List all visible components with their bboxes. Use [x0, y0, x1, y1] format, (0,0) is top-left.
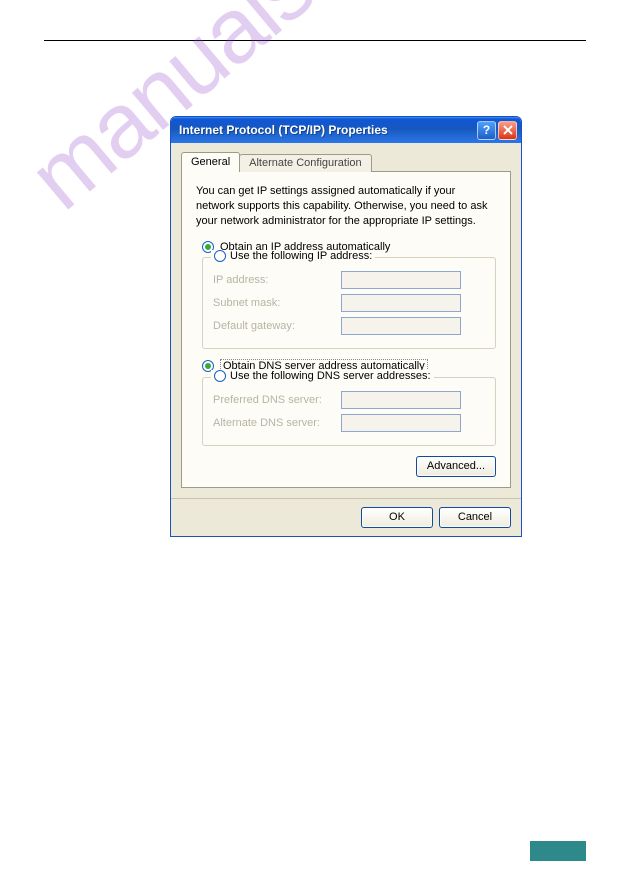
tab-panel-general: You can get IP settings assigned automat… [181, 171, 511, 488]
close-icon [503, 125, 513, 135]
input-default-gateway[interactable] [341, 317, 461, 335]
cancel-button[interactable]: Cancel [439, 507, 511, 528]
page-horizontal-rule [44, 40, 586, 41]
group-use-dns: Use the following DNS server addresses: … [202, 377, 496, 446]
input-ip-address[interactable] [341, 271, 461, 289]
dialog-button-bar: OK Cancel [171, 498, 521, 536]
close-button[interactable] [498, 121, 517, 140]
radio-use-following-ip[interactable]: Use the following IP address: [211, 250, 375, 262]
tabstrip: General Alternate Configuration [181, 152, 511, 172]
help-button[interactable]: ? [477, 121, 496, 140]
question-icon: ? [483, 123, 490, 137]
tab-general[interactable]: General [181, 152, 240, 172]
radio-icon [214, 370, 226, 382]
input-alternate-dns[interactable] [341, 414, 461, 432]
radio-icon [214, 250, 226, 262]
radio-label: Use the following DNS server addresses: [230, 370, 431, 382]
tcpip-properties-dialog: Internet Protocol (TCP/IP) Properties ? … [170, 116, 522, 537]
tab-alternate-configuration[interactable]: Alternate Configuration [239, 154, 372, 172]
advanced-button[interactable]: Advanced... [416, 456, 496, 477]
radio-use-following-dns[interactable]: Use the following DNS server addresses: [211, 370, 434, 382]
label-alternate-dns: Alternate DNS server: [213, 417, 341, 429]
titlebar[interactable]: Internet Protocol (TCP/IP) Properties ? [171, 117, 521, 143]
label-subnet-mask: Subnet mask: [213, 297, 341, 309]
description-text: You can get IP settings assigned automat… [196, 184, 496, 229]
group-use-ip: Use the following IP address: IP address… [202, 257, 496, 349]
label-preferred-dns: Preferred DNS server: [213, 394, 341, 406]
input-subnet-mask[interactable] [341, 294, 461, 312]
radio-label: Use the following IP address: [230, 250, 372, 262]
label-default-gateway: Default gateway: [213, 320, 341, 332]
page-badge [530, 841, 586, 861]
input-preferred-dns[interactable] [341, 391, 461, 409]
label-ip-address: IP address: [213, 274, 341, 286]
ok-button[interactable]: OK [361, 507, 433, 528]
titlebar-text: Internet Protocol (TCP/IP) Properties [179, 123, 475, 137]
